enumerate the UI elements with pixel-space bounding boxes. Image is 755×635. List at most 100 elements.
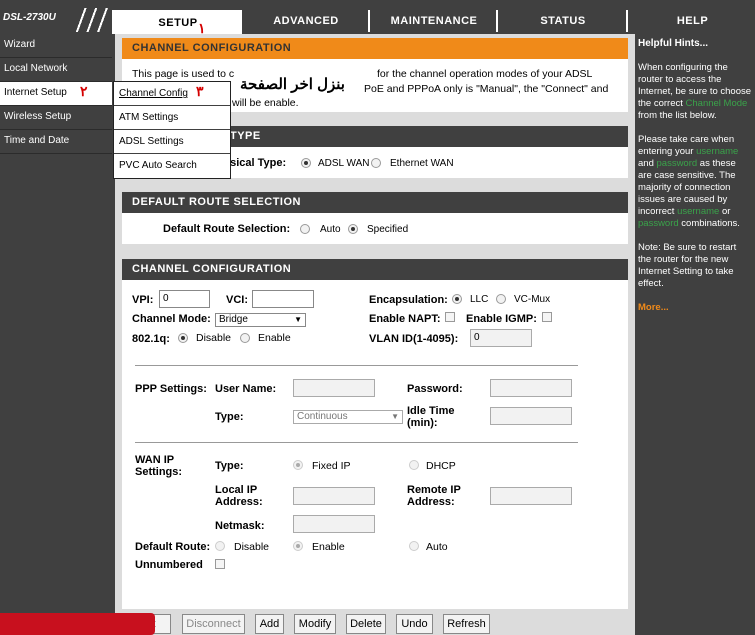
intro-text-2: PoE and PPPoA only is "Manual", the "Con… xyxy=(364,83,609,95)
intro-title: CHANNEL CONFIGURATION xyxy=(122,38,628,59)
username-input[interactable] xyxy=(293,379,375,397)
tab-status[interactable]: STATUS xyxy=(496,10,628,32)
sidebar: Wizard Local Network Internet Setup Wire… xyxy=(0,34,112,635)
remote-ip-address-label: Address: xyxy=(407,496,455,508)
logo-stripes xyxy=(76,8,108,32)
wan-default-route-enable-radio[interactable] xyxy=(293,541,303,551)
annotation-note: بنزل اخر الصفحة xyxy=(240,76,345,93)
default-route-auto-label: Auto xyxy=(320,224,341,235)
default-route-label: Default Route Selection: xyxy=(163,223,291,235)
model-name: DSL-2730U xyxy=(3,12,56,23)
encapsulation-label: Encapsulation: xyxy=(369,294,448,306)
channel-config-panel: CHANNEL CONFIGURATION VPI: 0 VCI: Encaps… xyxy=(122,259,628,609)
enable-napt-label: Enable NAPT: xyxy=(369,313,441,325)
annotation-mark-2: ٢ xyxy=(80,83,88,99)
sidebar-item-wireless-setup[interactable]: Wireless Setup xyxy=(0,106,112,130)
wan-default-route-auto-label: Auto xyxy=(426,541,448,553)
enable-igmp-label: Enable IGMP: xyxy=(466,313,537,325)
vlan-id-label: VLAN ID(1-4095): xyxy=(369,333,459,345)
physical-type-label: ysical Type: xyxy=(224,157,287,169)
helpful-hints-panel: Helpful Hints... When configuring the ro… xyxy=(635,34,755,635)
physical-type-ethernet-radio[interactable] xyxy=(371,158,381,168)
dot1q-disable-radio[interactable] xyxy=(178,333,188,343)
wan-default-route-enable-label: Enable xyxy=(312,541,345,553)
submenu-item-adsl-settings[interactable]: ADSL Settings xyxy=(114,130,230,154)
refresh-button[interactable]: Refresh xyxy=(443,614,490,634)
ppp-type-label: Type: xyxy=(215,411,244,423)
default-route-specified-radio[interactable] xyxy=(348,224,358,234)
vci-label: VCI: xyxy=(226,294,248,306)
sidebar-item-local-network[interactable]: Local Network xyxy=(0,58,112,82)
tab-advanced[interactable]: ADVANCED xyxy=(240,10,370,32)
ppp-settings-label: PPP Settings: xyxy=(135,383,207,395)
wan-ip-type-label: Type: xyxy=(215,460,244,472)
hints-paragraph-3: Note: Be sure to restart the router for … xyxy=(638,242,737,289)
red-overlay-bar xyxy=(0,613,155,635)
wan-ip-settings-label: Settings: xyxy=(135,466,183,478)
enable-igmp-checkbox[interactable] xyxy=(542,312,552,322)
channel-mode-select[interactable]: Bridge ▼ xyxy=(215,313,306,327)
sidebar-item-wizard[interactable]: Wizard xyxy=(0,34,112,58)
channel-mode-value: Bridge xyxy=(219,314,248,325)
wan-default-route-disable-radio[interactable] xyxy=(215,541,225,551)
ppp-type-select[interactable]: Continuous ▼ xyxy=(293,410,403,424)
modify-button[interactable]: Modify xyxy=(294,614,336,634)
submenu-item-atm-settings[interactable]: ATM Settings xyxy=(114,106,230,130)
enable-napt-checkbox[interactable] xyxy=(445,312,455,322)
unnumbered-label: Unnumbered xyxy=(135,559,203,571)
intro-text-1a: This page is used to c xyxy=(132,68,235,80)
username-label: User Name: xyxy=(215,383,277,395)
delete-button[interactable]: Delete xyxy=(346,614,386,634)
wan-ip-dhcp-radio[interactable] xyxy=(409,460,419,470)
encap-vcmux-radio[interactable] xyxy=(496,294,506,304)
wan-default-route-auto-radio[interactable] xyxy=(409,541,419,551)
local-ip-address-label: Address: xyxy=(215,496,263,508)
sidebar-item-internet-setup[interactable]: Internet Setup xyxy=(0,82,112,106)
remote-ip-input[interactable] xyxy=(490,487,572,505)
netmask-input[interactable] xyxy=(293,515,375,533)
submenu-item-channel-config[interactable]: Channel Config xyxy=(114,82,230,106)
unnumbered-checkbox[interactable] xyxy=(215,559,225,569)
encap-vcmux-label: VC-Mux xyxy=(514,294,551,305)
idle-time-label: Idle Time xyxy=(407,405,455,417)
password-input[interactable] xyxy=(490,379,572,397)
physical-type-adsl-radio[interactable] xyxy=(301,158,311,168)
default-route-auto-radio[interactable] xyxy=(300,224,310,234)
disconnect-button[interactable]: Disconnect xyxy=(182,614,245,634)
intro-text-1b: for the channel operation modes of your … xyxy=(377,68,593,80)
default-route-field-label: Default Route: xyxy=(135,541,211,553)
undo-button[interactable]: Undo xyxy=(396,614,433,634)
vlan-id-input[interactable]: 0 xyxy=(470,329,532,347)
netmask-label: Netmask: xyxy=(215,520,265,532)
idle-time-input[interactable] xyxy=(490,407,572,425)
hints-title: Helpful Hints... xyxy=(638,38,708,49)
tab-help[interactable]: HELP xyxy=(626,10,755,32)
sidebar-item-time-and-date[interactable]: Time and Date xyxy=(0,130,112,154)
tab-maintenance[interactable]: MAINTENANCE xyxy=(368,10,498,32)
wan-default-route-disable-label: Disable xyxy=(234,541,270,553)
dot1q-enable-radio[interactable] xyxy=(240,333,250,343)
wan-ip-fixed-radio[interactable] xyxy=(293,460,303,470)
chevron-down-icon: ▼ xyxy=(391,412,399,421)
local-ip-input[interactable] xyxy=(293,487,375,505)
tab-setup[interactable]: SETUP xyxy=(112,10,242,34)
wan-ip-dhcp-label: DHCP xyxy=(426,460,456,472)
add-button[interactable]: Add xyxy=(255,614,284,634)
divider-2 xyxy=(135,442,578,443)
submenu-item-pvc-auto-search[interactable]: PVC Auto Search xyxy=(114,154,230,178)
vpi-input[interactable]: 0 xyxy=(159,290,210,308)
idle-time-label-min: (min): xyxy=(407,417,438,429)
channel-mode-label: Channel Mode: xyxy=(132,313,211,325)
annotation-mark-3: ٣ xyxy=(196,83,204,99)
hints-more-link[interactable]: More... xyxy=(638,302,752,314)
dot1q-enable-label: Enable xyxy=(258,332,291,344)
wan-ip-label: WAN IP xyxy=(135,454,175,466)
wan-ip-fixed-label: Fixed IP xyxy=(312,460,351,472)
default-route-title: DEFAULT ROUTE SELECTION xyxy=(122,192,628,213)
vci-input[interactable] xyxy=(252,290,314,308)
physical-type-adsl-label: ADSL WAN xyxy=(318,158,370,169)
encap-llc-radio[interactable] xyxy=(452,294,462,304)
intro-text-3: will be enable. xyxy=(232,97,299,109)
default-route-specified-label: Specified xyxy=(367,224,409,235)
encap-llc-label: LLC xyxy=(470,294,489,305)
